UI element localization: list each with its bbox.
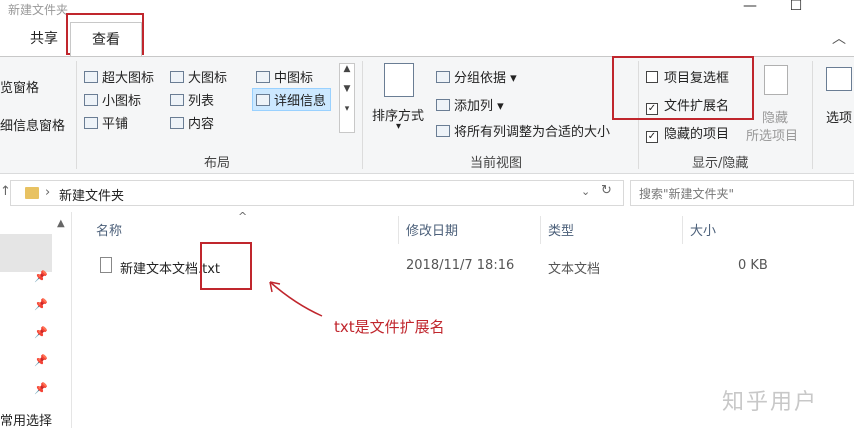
pin-icon: 📌: [34, 382, 48, 395]
layout-item-label: 内容: [188, 117, 215, 132]
details-icon: [256, 94, 270, 106]
pin-icon: 📌: [34, 298, 48, 311]
preview-pane-button[interactable]: 览窗格: [0, 77, 39, 96]
hidden-items-label: 隐藏的项目: [664, 127, 730, 142]
search-input[interactable]: 搜索"新建文件夹": [630, 180, 854, 206]
scroll-up-icon[interactable]: ▲: [57, 218, 65, 229]
layout-medium-icons[interactable]: 中图标: [256, 67, 313, 86]
address-dropdown-icon[interactable]: ⌄: [581, 185, 590, 198]
column-header-type[interactable]: 类型: [548, 220, 574, 239]
hide-selected-icon: [764, 65, 788, 95]
file-modified: 2018/11/7 18:16: [406, 258, 515, 273]
group-separator: [76, 61, 77, 169]
layout-details[interactable]: 详细信息: [252, 88, 332, 111]
checkbox-checked-icon: ✓: [646, 131, 658, 143]
fit-columns-button[interactable]: 将所有列调整为合适的大小: [436, 121, 610, 140]
details-pane-button[interactable]: 细信息窗格: [0, 115, 65, 134]
file-type: 文本文档: [548, 262, 601, 277]
layout-extra-large-icons[interactable]: 超大图标: [84, 67, 154, 86]
layout-item-label: 小图标: [102, 94, 142, 109]
list-icon: [170, 94, 184, 106]
nav-item-quick-access[interactable]: 常用选择: [0, 410, 52, 428]
window-title: 新建文件夹: [8, 3, 69, 17]
layout-large-icons[interactable]: 大图标: [170, 67, 227, 86]
ribbon-collapse-icon[interactable]: ︿: [832, 28, 846, 48]
pin-icon: 📌: [34, 270, 48, 283]
folder-icon: [25, 187, 39, 199]
layout-tiles[interactable]: 平铺: [84, 113, 128, 132]
sort-dropdown-icon: ▾: [396, 121, 402, 132]
refresh-icon[interactable]: ↻: [601, 183, 612, 198]
layout-item-label: 列表: [188, 94, 215, 109]
annotation-arrow-icon: [269, 281, 323, 317]
sort-ascending-icon: ^: [238, 210, 248, 223]
hidden-items-toggle[interactable]: ✓ 隐藏的项目: [646, 123, 729, 143]
maximize-button[interactable]: ☐: [776, 0, 816, 18]
hide-selected-sublabel: 所选项目: [746, 129, 799, 144]
layout-list[interactable]: 列表: [170, 90, 214, 109]
nav-scrollbar[interactable]: ▲: [52, 212, 72, 428]
nav-selected-item[interactable]: [0, 234, 52, 272]
pin-icon: 📌: [34, 326, 48, 339]
layout-small-icons[interactable]: 小图标: [84, 90, 141, 109]
layout-item-label: 平铺: [102, 117, 129, 132]
group-by-button[interactable]: 分组依据 ▾: [436, 67, 517, 86]
fit-columns-label: 将所有列调整为合适的大小: [454, 125, 611, 140]
tiles-icon: [84, 117, 98, 129]
content-icon: [170, 117, 184, 129]
column-separator[interactable]: [682, 216, 683, 244]
column-header-name[interactable]: 名称: [96, 220, 122, 239]
group-separator: [812, 61, 813, 169]
group-by-icon: [436, 71, 450, 83]
layout-item-label: 超大图标: [102, 71, 155, 86]
large-icons-icon: [170, 71, 184, 83]
navigation-pane: ▲ 📌 📌 📌 📌 📌 常用选择: [0, 212, 72, 428]
sort-icon: [384, 63, 414, 97]
annotation-text: txt是文件扩展名: [334, 318, 445, 336]
column-header-size[interactable]: 大小: [690, 220, 716, 239]
address-bar-row: ↑ › 新建文件夹 ⌄ ↻ 搜索"新建文件夹": [0, 178, 854, 208]
extra-large-icons-icon: [84, 71, 98, 83]
options-button[interactable]: 选项: [826, 107, 852, 126]
layout-gallery-scroll[interactable]: ▲ ▼ ▾: [339, 63, 355, 133]
address-bar[interactable]: › 新建文件夹 ⌄ ↻: [10, 180, 624, 206]
options-icon: [826, 67, 852, 91]
file-size: 0 KB: [738, 258, 768, 273]
highlight-box-extension: [200, 242, 252, 290]
medium-icons-icon: [256, 71, 270, 83]
add-column-icon: [436, 99, 450, 111]
group-by-label: 分组依据: [454, 71, 507, 86]
layout-item-label: 详细信息: [274, 94, 327, 109]
breadcrumb-chevron-icon: ›: [45, 185, 51, 200]
layout-group-label: 布局: [204, 156, 231, 171]
group-separator: [362, 61, 363, 169]
tab-share[interactable]: 共享: [30, 28, 58, 48]
breadcrumb-current-folder[interactable]: 新建文件夹: [59, 185, 124, 204]
add-column-button[interactable]: 添加列 ▾: [436, 95, 504, 114]
column-header-modified[interactable]: 修改日期: [406, 220, 458, 239]
fit-columns-icon: [436, 125, 450, 137]
ribbon-tabs: 共享 查看 ︿: [0, 20, 854, 56]
tab-view[interactable]: 查看: [70, 22, 142, 56]
layout-content[interactable]: 内容: [170, 113, 214, 132]
highlight-box-file-extensions: [612, 56, 754, 120]
show-hide-group-label: 显示/隐藏: [692, 156, 749, 171]
add-column-label: 添加列: [454, 99, 494, 114]
small-icons-icon: [84, 94, 98, 106]
current-view-group-label: 当前视图: [470, 156, 523, 171]
column-separator[interactable]: [398, 216, 399, 244]
text-file-icon: [100, 257, 112, 273]
minimize-button[interactable]: —: [730, 0, 770, 18]
pin-icon: 📌: [34, 354, 48, 367]
column-separator[interactable]: [540, 216, 541, 244]
watermark: 知乎用户: [722, 390, 819, 415]
layout-item-label: 大图标: [188, 71, 228, 86]
layout-item-label: 中图标: [274, 71, 314, 86]
hide-selected-button[interactable]: 隐藏: [762, 107, 788, 126]
